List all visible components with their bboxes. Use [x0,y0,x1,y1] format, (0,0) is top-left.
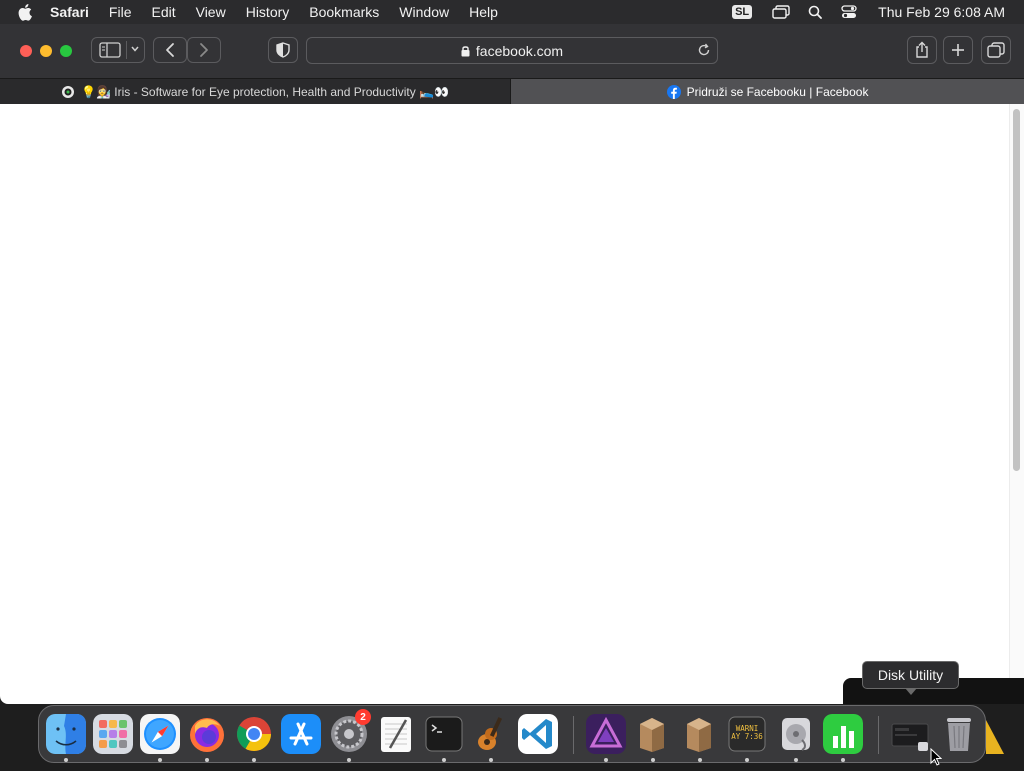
installer-icon[interactable] [679,714,719,754]
address-bar[interactable]: facebook.com [306,37,718,64]
facebook-favicon-icon [666,84,681,99]
privacy-report-button[interactable] [268,37,298,63]
notification-badge: 2 [355,709,371,725]
apple-menu-icon[interactable] [16,2,36,22]
dock: 2 WARNI AY 7:36 [38,705,986,763]
control-center-icon[interactable] [840,4,858,20]
tab-overview-button[interactable] [981,36,1011,64]
menu-edit[interactable]: Edit [151,4,175,20]
minimize-window-button[interactable] [40,45,52,57]
new-tab-button[interactable] [943,36,973,64]
chevron-left-icon [164,42,176,58]
share-button[interactable] [907,36,937,64]
input-source-badge[interactable]: SL [732,5,753,19]
web-content[interactable] [0,104,1024,704]
dock-tooltip: Disk Utility [862,661,959,695]
spotlight-search-icon[interactable] [806,4,824,20]
tab-title: Pridruži se Facebooku | Facebook [686,84,869,99]
firefox-icon[interactable] [187,714,227,754]
menu-window[interactable]: Window [399,4,449,20]
tab-facebook[interactable]: Pridruži se Facebooku | Facebook [511,79,1024,104]
menu-app-name[interactable]: Safari [50,4,89,20]
lock-icon [461,45,470,57]
tab-iris[interactable]: 💡👩‍🔬 Iris - Software for Eye protection,… [0,79,511,104]
sidebar-icon [99,42,121,58]
terminal-icon[interactable] [424,714,464,754]
share-icon [914,41,930,59]
menu-history[interactable]: History [246,4,290,20]
menu-file[interactable]: File [109,4,132,20]
app-store-icon[interactable] [281,714,321,754]
vscode-icon[interactable] [518,714,558,754]
textedit-icon[interactable] [376,714,416,754]
console-icon-label: WARNI AY 7:36 [731,724,763,741]
vertical-scrollbar[interactable] [1009,104,1024,704]
partial-offscreen-icon [986,720,1004,754]
scrollbar-thumb[interactable] [1013,109,1020,471]
dock-tooltip-label: Disk Utility [877,667,944,683]
zoom-window-button[interactable] [60,45,72,57]
back-button[interactable] [153,37,187,63]
launchpad-icon[interactable] [93,714,133,754]
tab-title: 💡👩‍🔬 Iris - Software for Eye protection,… [81,84,449,99]
disk-utility-icon[interactable] [776,714,816,754]
finder-icon[interactable] [46,714,86,754]
affinity-photo-icon[interactable] [586,714,626,754]
sidebar-toggle-button[interactable] [91,37,145,63]
safari-icon[interactable] [140,714,180,754]
trash-icon[interactable] [939,714,979,754]
chrome-icon[interactable] [234,714,274,754]
tab-overview-icon [987,42,1005,58]
menu-bookmarks[interactable]: Bookmarks [309,4,379,20]
tab-bar: 💡👩‍🔬 Iris - Software for Eye protection,… [0,79,1024,104]
system-settings-icon[interactable]: 2 [329,709,371,754]
forward-button[interactable] [187,37,221,63]
reload-icon[interactable] [696,42,712,61]
menu-view[interactable]: View [196,4,226,20]
address-bar-url: facebook.com [475,42,564,59]
menu-bar-clock[interactable]: Thu Feb 29 6:08 AM [878,4,1005,20]
menu-bar: Safari File Edit View History Bookmarks … [0,0,1024,24]
shield-icon [276,42,290,58]
chevron-down-icon[interactable] [130,44,140,54]
screen-mirroring-icon[interactable] [772,4,790,20]
chevron-right-icon [198,42,210,58]
window-thumbnail-icon[interactable] [890,714,930,754]
iris-favicon-icon [61,85,75,99]
installer-icon[interactable] [632,714,672,754]
garageband-icon[interactable] [471,714,511,754]
menu-help[interactable]: Help [469,4,498,20]
safari-toolbar: facebook.com [0,24,1024,79]
plus-icon [950,42,966,58]
close-window-button[interactable] [20,45,32,57]
numbers-icon[interactable] [823,714,863,754]
console-icon[interactable]: WARNI AY 7:36 [727,714,767,754]
